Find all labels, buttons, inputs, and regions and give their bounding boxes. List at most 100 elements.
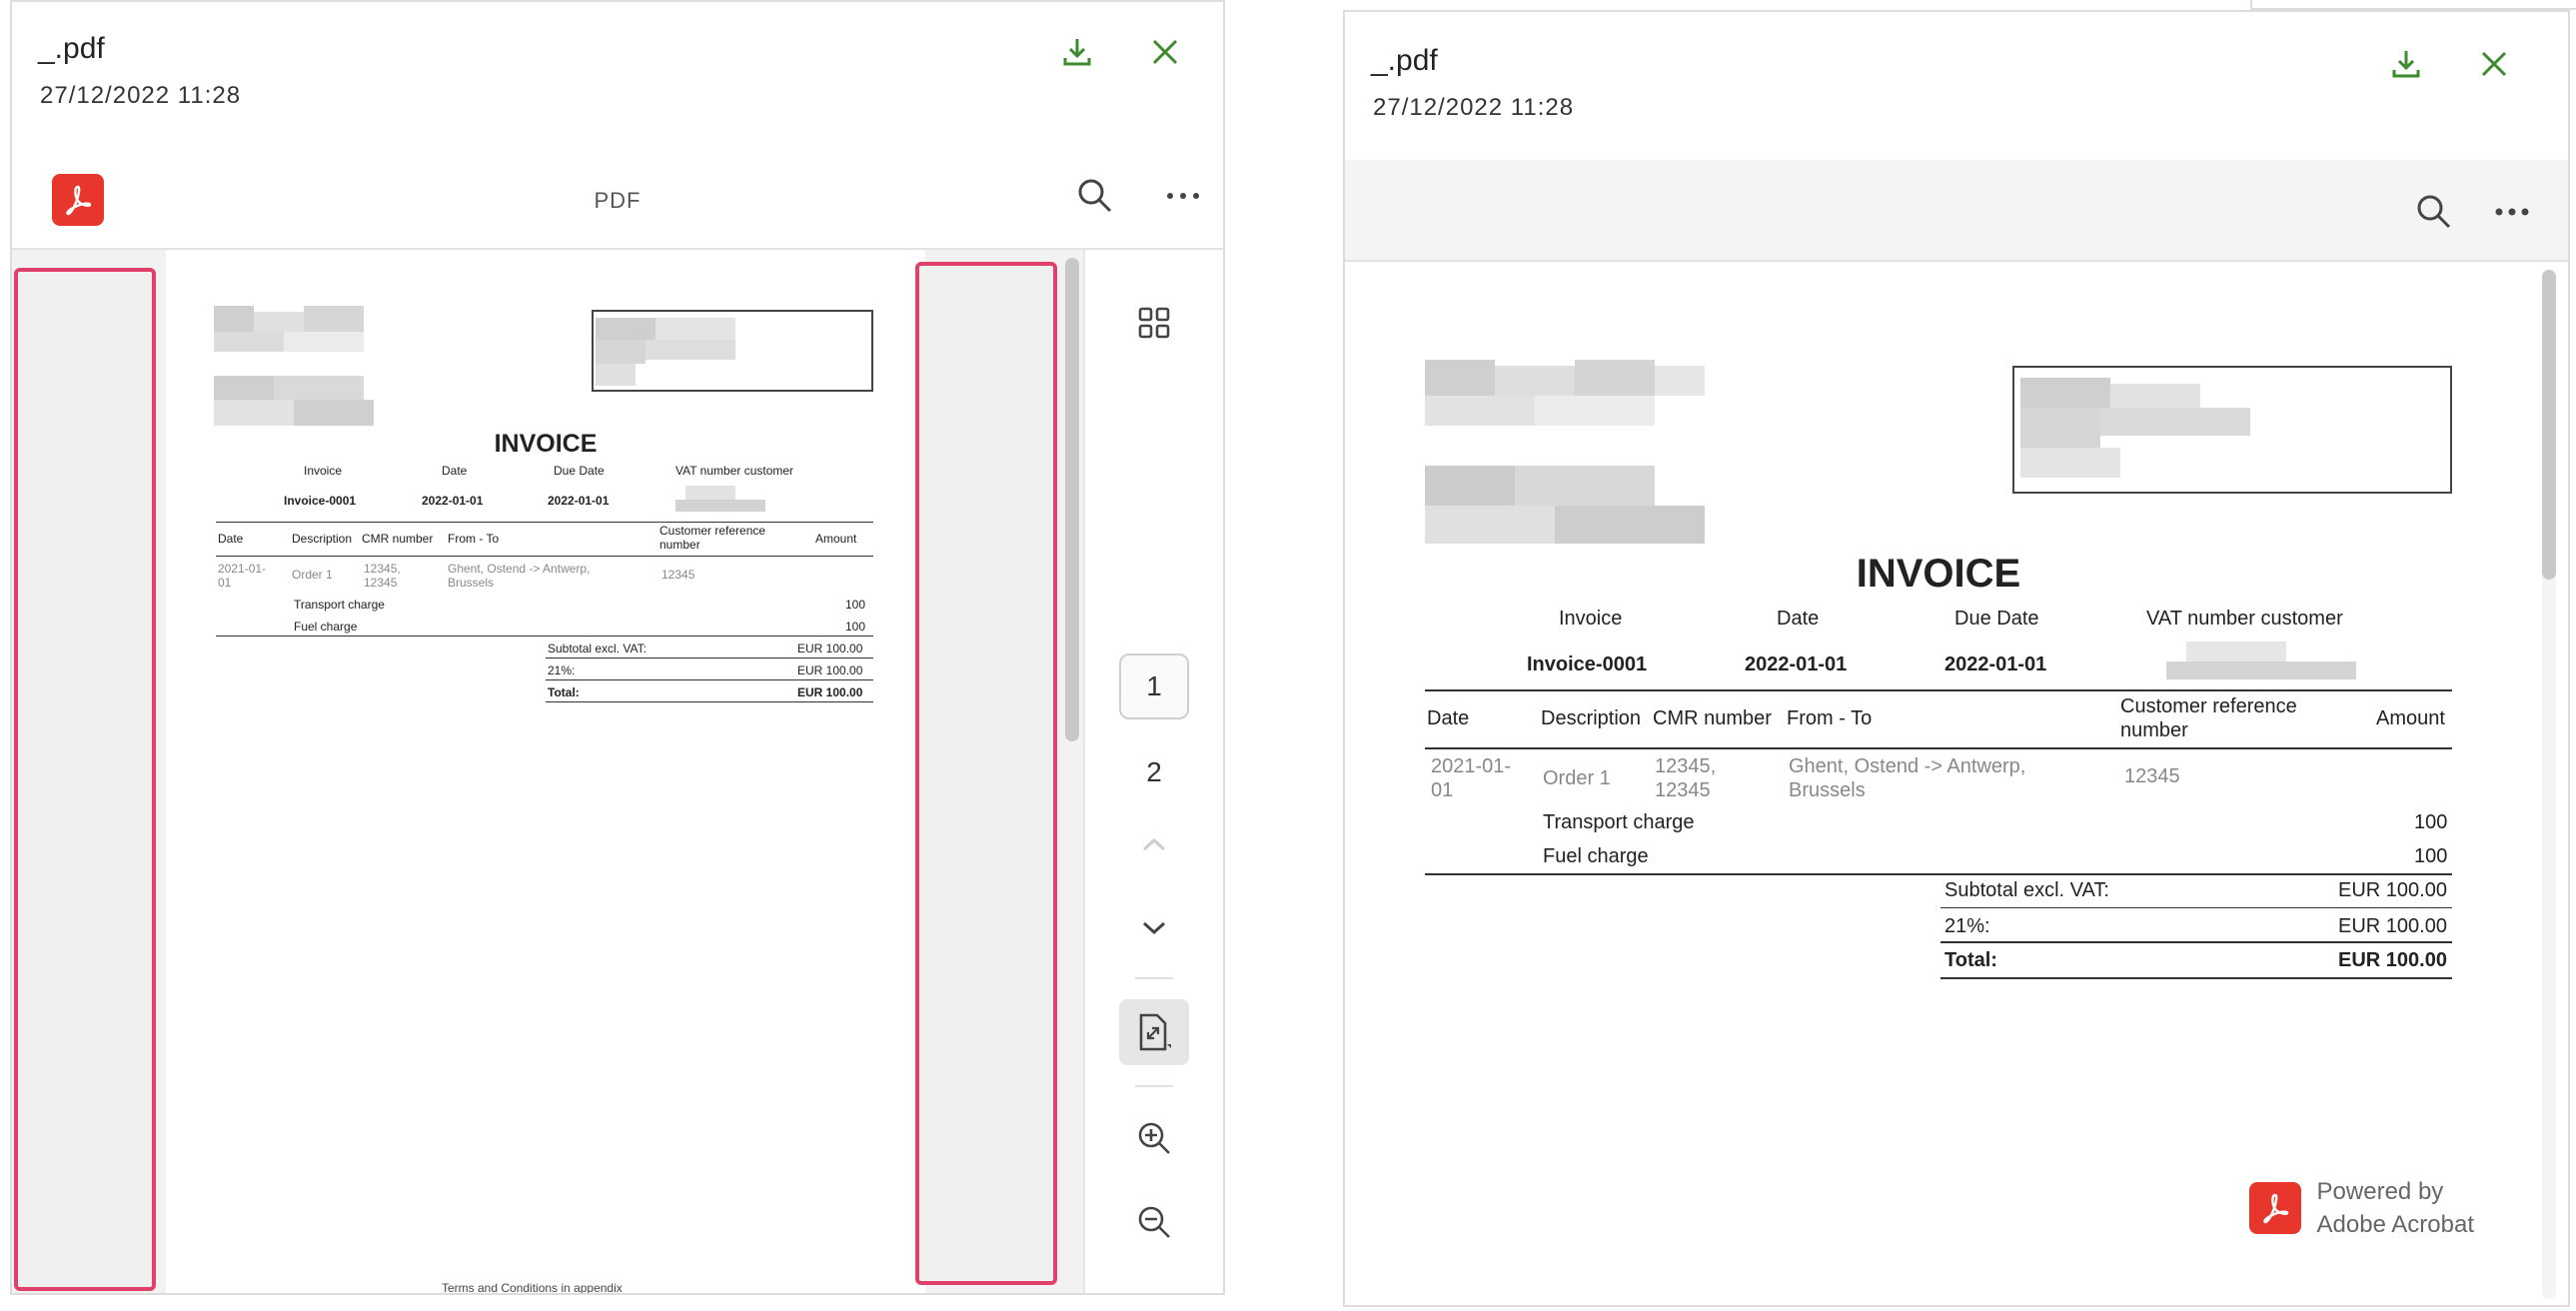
close-button[interactable] [2470, 40, 2518, 88]
row-route-2: Brussels [448, 576, 495, 590]
subtotal-value: EUR 100.00 [2338, 879, 2447, 901]
invoice-title: INVOICE [1856, 552, 2021, 596]
subtotal-label: Subtotal excl. VAT: [548, 642, 646, 656]
pdf-preview-panel-right: _.pdf 27/12/2022 11:28 INVOICE Invoice D… [1343, 10, 2570, 1307]
th-date: Date [218, 532, 244, 546]
totals-rule [546, 701, 873, 702]
subtotal-label: Subtotal excl. VAT: [1944, 879, 2109, 901]
charge-fuel-label: Fuel charge [1543, 845, 1649, 867]
more-icon [2495, 208, 2529, 216]
search-icon [2417, 195, 2451, 229]
row-custref: 12345 [661, 568, 695, 582]
charge-fuel-amount: 100 [2414, 845, 2448, 867]
vertical-scrollbar[interactable] [1065, 258, 1079, 1287]
charge-fuel-label: Fuel charge [294, 620, 358, 634]
panel-header: _.pdf 27/12/2022 11:28 [12, 2, 1223, 150]
search-button[interactable] [1071, 172, 1119, 220]
page-2-button[interactable]: 2 [1119, 739, 1189, 805]
th-from-to: From - To [448, 532, 500, 546]
zoom-out-icon [1138, 1206, 1170, 1238]
chevron-down-icon [1142, 921, 1166, 935]
file-date: 27/12/2022 11:28 [40, 82, 242, 109]
totals-rule [1940, 977, 2452, 979]
vat-number-blurred [675, 486, 785, 512]
row-cmr: 12345, [1655, 755, 1717, 777]
left-gutter-highlight [14, 268, 156, 1291]
total-label: Total: [1944, 949, 1997, 971]
company-logo-blurred [1425, 360, 1715, 560]
th-from-to: From - To [1787, 707, 1873, 729]
th-custref-2: number [2120, 719, 2188, 741]
download-button[interactable] [1053, 28, 1101, 76]
fit-page-icon [1139, 1013, 1171, 1051]
totals-rule [546, 679, 873, 680]
document-viewport[interactable]: INVOICE Invoice Date Due Date VAT number… [12, 250, 1083, 1293]
acrobat-logo-icon [2248, 1182, 2301, 1234]
right-gutter-highlight [915, 262, 1057, 1285]
pdf-page: INVOICE Invoice Date Due Date VAT number… [166, 250, 925, 1293]
row-route: Ghent, Ostend -> Antwerp, [448, 562, 591, 576]
toolbar-title: PDF [594, 188, 642, 213]
zoom-in-button[interactable] [1119, 1105, 1189, 1171]
totals-rule [1940, 907, 2452, 908]
th-cmr: CMR number [1653, 707, 1772, 729]
charge-transport-amount: 100 [845, 598, 866, 612]
totals-rule [1940, 941, 2452, 943]
fit-page-button[interactable] [1119, 999, 1189, 1065]
th-custref: Customer reference [2120, 695, 2297, 717]
download-icon [1063, 39, 1091, 66]
meta-header-invoice: Invoice [1559, 608, 1623, 630]
meta-header-due-date: Due Date [554, 464, 605, 478]
th-cmr: CMR number [362, 532, 434, 546]
address-box-blurred [2012, 366, 2452, 494]
download-icon [2392, 51, 2420, 78]
pdf-preview-panel-left: _.pdf 27/12/2022 11:28 PDF INVOICE Invoi… [10, 0, 1225, 1295]
chevron-up-icon [1142, 837, 1166, 851]
charge-transport-amount: 100 [2414, 811, 2448, 833]
vat-value: EUR 100.00 [2338, 915, 2447, 937]
row-description: Order 1 [292, 568, 333, 582]
page-1-button[interactable]: 1 [1119, 654, 1189, 719]
panel-header: _.pdf 27/12/2022 11:28 [1345, 12, 2568, 162]
more-options-button[interactable] [2488, 188, 2536, 236]
invoice-title: INVOICE [494, 430, 598, 458]
charge-transport-label: Transport charge [294, 598, 385, 612]
vertical-scrollbar[interactable] [2542, 270, 2556, 1299]
address-box-blurred [592, 310, 873, 392]
total-value: EUR 100.00 [2338, 949, 2447, 971]
zoom-out-button[interactable] [1119, 1189, 1189, 1255]
vat-number-blurred [2166, 642, 2366, 681]
thumbnails-button[interactable] [1119, 290, 1189, 356]
row-route-2: Brussels [1789, 779, 1866, 801]
row-description: Order 1 [1543, 767, 1611, 789]
more-options-button[interactable] [1159, 172, 1207, 220]
table-header-rule [1425, 747, 2452, 749]
meta-header-invoice: Invoice [304, 464, 343, 478]
background-window-edge [2250, 0, 2576, 10]
vat-label: 21%: [1944, 915, 1990, 937]
close-button[interactable] [1141, 28, 1189, 76]
vat-value: EUR 100.00 [797, 663, 863, 677]
close-icon [1152, 39, 1178, 65]
table-bottom-rule [216, 636, 873, 637]
powered-by-acrobat-badge[interactable]: Powered by Adobe Acrobat [2248, 1175, 2474, 1241]
previous-page-button[interactable] [1119, 811, 1189, 877]
download-button[interactable] [2382, 40, 2430, 88]
row-date: 2021-01- [1431, 755, 1512, 777]
scrollbar-thumb[interactable] [2542, 270, 2556, 580]
scrollbar-thumb[interactable] [1065, 258, 1079, 741]
document-viewport[interactable]: INVOICE Invoice Date Due Date VAT number… [1345, 262, 2568, 1305]
vat-label: 21%: [548, 663, 576, 677]
charge-transport-label: Transport charge [1543, 811, 1695, 833]
file-date: 27/12/2022 11:28 [1373, 94, 1575, 121]
th-amount: Amount [815, 532, 857, 546]
file-name: _.pdf [38, 32, 105, 65]
table-header-rule [216, 556, 873, 557]
meta-date: 2022-01-01 [422, 494, 484, 508]
row-custref: 12345 [2124, 765, 2180, 787]
pdf-toolbar [1345, 160, 2568, 262]
table-bottom-rule [1425, 873, 2452, 875]
row-route: Ghent, Ostend -> Antwerp, [1789, 755, 2026, 777]
next-page-button[interactable] [1119, 895, 1189, 961]
search-button[interactable] [2410, 188, 2458, 236]
